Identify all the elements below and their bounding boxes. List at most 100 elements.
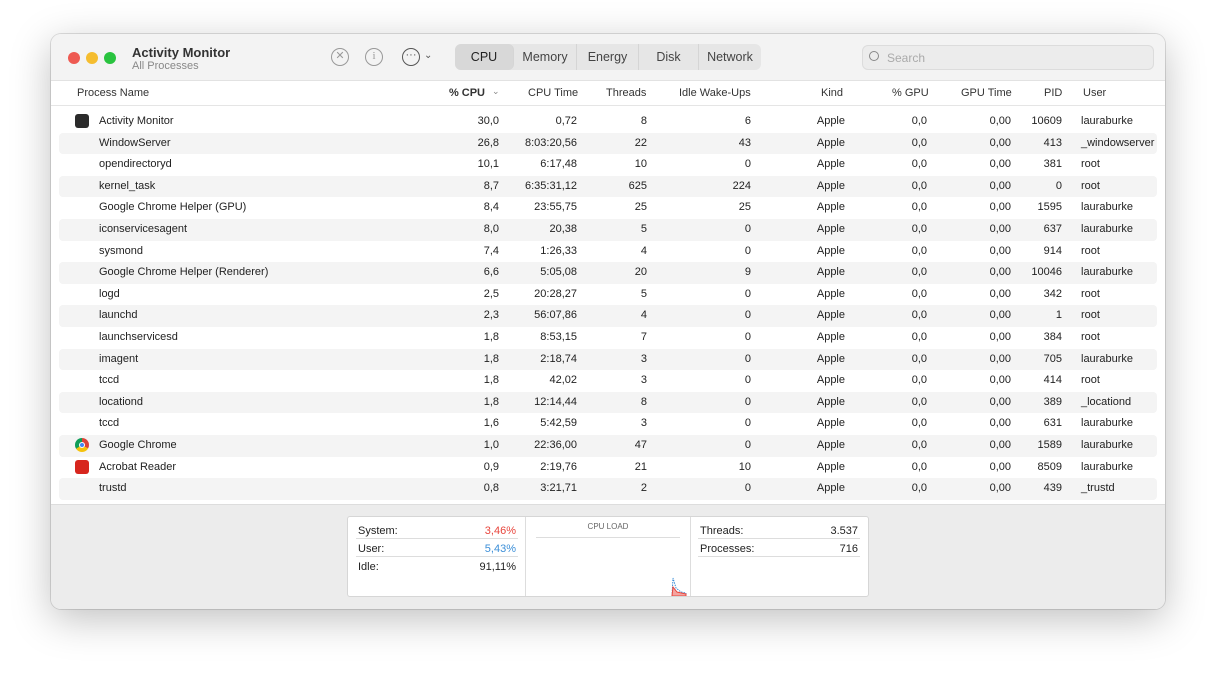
chrome-icon	[75, 437, 89, 452]
cell-pid: 389	[1043, 395, 1062, 408]
cell-idle-wake-ups: 0	[744, 222, 751, 235]
user-label: User:	[358, 543, 385, 555]
col-process-name[interactable]: Process Name	[77, 87, 149, 99]
table-row[interactable]: imagent 1,8 2:18,74 3 0 Apple 0,0 0,00 705 laurab…	[59, 348, 1157, 371]
cell-idle-wake-ups: 6	[744, 115, 751, 127]
cell-pid: 0	[1055, 179, 1062, 192]
col-idle-wake-ups[interactable]: Idle Wake-Ups	[679, 87, 751, 99]
cell-idle-wake-ups: 25	[738, 201, 751, 214]
idle-label: Idle:	[358, 561, 379, 573]
cell-idle-wake-ups: 0	[744, 395, 751, 408]
table-row[interactable]: sysmond 7,4 1:26,33 4 0 Apple 0,0 0,00 914 root	[59, 241, 1157, 263]
table-row[interactable]: launchservicesd 1,8 8:53,15 7 0 Apple 0,0 0,00 3…	[59, 327, 1157, 349]
cell-user: _locationd	[1081, 395, 1132, 408]
title-bar: Activity Monitor All Processes ✕ i ··· ⌄…	[51, 34, 1165, 81]
tab-cpu[interactable]: CPU	[455, 44, 514, 70]
cell-threads: 5	[640, 287, 647, 300]
cell-threads: 3	[640, 352, 647, 365]
table-row[interactable]: Google Chrome 1,0 22:36,00 47 0 Apple 0,0 0,00 1…	[59, 434, 1157, 457]
tab-energy[interactable]: Energy	[577, 44, 639, 70]
col-pid[interactable]: PID	[1044, 87, 1062, 99]
cell-process-name: trustd	[99, 482, 127, 495]
cell-pid: 384	[1043, 330, 1062, 343]
cell-idle-wake-ups: 0	[744, 244, 751, 257]
table-row[interactable]: trustd 0,8 3:21,71 2 0 Apple 0,0 0,00 439 _trustd	[59, 478, 1157, 500]
cell-threads: 5	[640, 222, 647, 235]
cell-pid: 1589	[1037, 438, 1062, 451]
search-input[interactable]: Search	[862, 45, 1154, 70]
table-row[interactable]: Google Chrome Helper (Renderer) 6,6 5:05,0…	[59, 262, 1157, 284]
cell-user: _windowserver	[1081, 136, 1155, 149]
cpu-load-title: CPU LOAD	[587, 522, 629, 531]
cell-pid: 413	[1043, 136, 1062, 149]
table-row[interactable]: Google Chrome Helper (GPU) 8,4 23:55,75 25 2…	[59, 197, 1157, 219]
cell-user: lauraburke	[1081, 438, 1133, 451]
cell-user: root	[1081, 374, 1100, 387]
cell-idle-wake-ups: 224	[732, 179, 751, 192]
cell-pid: 1595	[1037, 201, 1062, 214]
system-value: 3,46%	[484, 525, 516, 537]
table-row[interactable]: logd 2,5 20:28,27 5 0 Apple 0,0 0,00 342 root	[59, 284, 1157, 306]
table-row[interactable]: tccd 1,8 42,02 3 0 Apple 0,0 0,00 414 root	[59, 370, 1157, 392]
close-button[interactable]	[68, 52, 80, 64]
tab-memory[interactable]: Memory	[514, 44, 577, 70]
x-circle-icon[interactable]: ✕	[331, 48, 349, 66]
cell-pid: 439	[1043, 482, 1062, 495]
cell-idle-wake-ups: 0	[744, 482, 751, 495]
table-row[interactable]: launchd 2,3 56:07,86 4 0 Apple 0,0 0,00 1 root	[59, 305, 1157, 327]
cell-idle-wake-ups: 10	[738, 460, 751, 473]
ellipsis-circle-icon[interactable]: ···	[402, 48, 420, 66]
cell-process-name: logd	[99, 287, 120, 300]
tab-network[interactable]: Network	[699, 44, 761, 70]
table-row[interactable]: iconservicesagent 8,0 20,38 5 0 Apple 0,0 0,00 6…	[59, 218, 1157, 241]
chevron-down-icon[interactable]: ⌄	[424, 50, 432, 61]
cell-user: root	[1081, 158, 1100, 171]
search-placeholder: Search	[887, 51, 926, 65]
col-cpu[interactable]: % CPU	[431, 87, 485, 99]
cell-idle-wake-ups: 9	[744, 266, 751, 279]
cell-threads: 10	[634, 158, 647, 171]
table-row[interactable]: WindowServer 26,8 8:03:20,56 22 43 Apple 0,0 0,…	[59, 132, 1157, 155]
col-gpu-time[interactable]: GPU Time	[961, 87, 1012, 99]
cell-user: lauraburke	[1081, 115, 1133, 127]
acrobat-icon	[75, 459, 89, 474]
cell-process-name: locationd	[99, 395, 144, 408]
col-threads[interactable]: Threads	[606, 87, 646, 99]
col-kind[interactable]: Kind	[821, 87, 843, 99]
cell-idle-wake-ups: 0	[744, 374, 751, 387]
table-header: Process Name % CPU ⌄ CPU Time Threads Id…	[51, 81, 1165, 106]
sort-chevron-icon: ⌄	[492, 86, 500, 96]
table-row[interactable]: kernel_task 8,7 6:35:31,12 625 224 Apple 0,0 0,…	[59, 175, 1157, 198]
cell-idle-wake-ups: 0	[744, 287, 751, 300]
system-label: System:	[358, 525, 398, 537]
zoom-button[interactable]	[104, 52, 116, 64]
cell-user: root	[1081, 287, 1100, 300]
cell-user: _trustd	[1081, 482, 1115, 495]
cell-user: root	[1081, 330, 1100, 343]
col-user[interactable]: User	[1083, 87, 1106, 99]
cell-threads: 7	[640, 330, 647, 343]
tab-disk[interactable]: Disk	[639, 44, 699, 70]
processes-value: 716	[839, 543, 858, 555]
search-icon	[869, 51, 879, 61]
cell-idle-wake-ups: 0	[744, 330, 751, 343]
table-row[interactable]: tccd 1,6 5:42,59 3 0 Apple 0,0 0,00 631 lauraburk…	[59, 413, 1157, 435]
cell-pid: 381	[1043, 158, 1062, 171]
cell-user: lauraburke	[1081, 266, 1133, 279]
table-row[interactable]: Activity Monitor 30,0 0,72 8 6 Apple 0,0 0,00 10…	[59, 111, 1157, 133]
col-gpu[interactable]: % GPU	[892, 87, 929, 99]
cell-process-name: sysmond	[99, 244, 144, 257]
cell-process-name: launchd	[99, 309, 138, 322]
col-cpu-time[interactable]: CPU Time	[528, 87, 578, 99]
table-row[interactable]: opendirectoryd 10,1 6:17,48 10 0 Apple 0,0 0,00…	[59, 154, 1157, 176]
cell-pid: 414	[1043, 374, 1062, 387]
cell-idle-wake-ups: 0	[744, 158, 751, 171]
table-row[interactable]: Acrobat Reader 0,9 2:19,76 21 10 Apple 0,0 0,00…	[59, 457, 1157, 479]
cell-threads: 625	[628, 179, 647, 192]
table-row[interactable]: locationd 1,8 12:14,44 8 0 Apple 0,0 0,00 389 _lo…	[59, 391, 1157, 414]
cell-pid: 914	[1043, 244, 1062, 257]
cell-pid: 631	[1043, 417, 1062, 430]
minimize-button[interactable]	[86, 52, 98, 64]
info-icon[interactable]: i	[365, 48, 383, 66]
summary-panel: System: 3,46% User: 5,43% Idle: 91,11% CPU …	[51, 504, 1165, 609]
